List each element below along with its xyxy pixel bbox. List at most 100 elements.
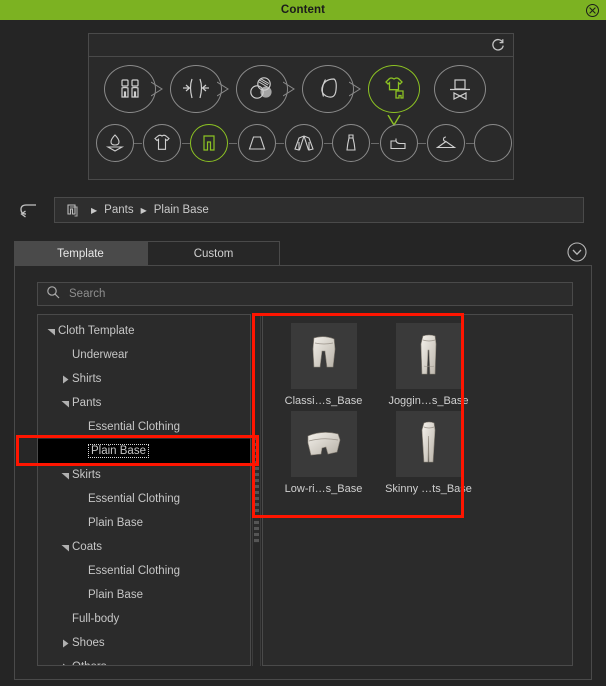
tab-bar: Template Custom [14,240,280,266]
tab-custom[interactable]: Custom [147,241,280,266]
category-item-empty[interactable] [474,117,513,169]
tree-item-label: Others [72,661,107,665]
breadcrumb[interactable]: ▶ Pants ▶ Plain Base [54,197,584,223]
tree-item-label: Shirts [72,373,102,385]
tree-item[interactable]: Plain Base [38,511,250,535]
splitter-grip[interactable] [254,437,259,543]
tree-item[interactable]: Underwear [38,343,250,367]
window-title: Content [280,4,326,16]
asset-thumbnail[interactable]: Joggin…s_Base [378,323,479,407]
search-placeholder: Search [69,288,106,300]
content-split: Cloth Template Underwear Shirts Pants Essent… [37,314,573,666]
category-connector [465,142,474,144]
tree-item[interactable]: Cloth Template [38,319,250,343]
content-panel: Search Cloth Template Underwear Shirts Pant… [14,265,592,680]
asset-thumbnail[interactable]: Classi…s_Base [273,323,374,407]
category-connector [134,142,143,144]
triangle-down-icon[interactable] [58,399,72,408]
category-tree[interactable]: Cloth Template Underwear Shirts Pants Essent… [37,314,251,666]
stage-item-cloth[interactable] [361,61,427,126]
tree-item[interactable]: Shoes [38,631,250,655]
tree-item[interactable]: Essential Clothing [38,559,250,583]
stage-item-accessory[interactable] [427,61,493,117]
triangle-right-icon[interactable] [58,663,72,665]
navigator-toolbar [89,34,513,57]
tree-item-label: Shoes [72,637,105,649]
tree-item-label: Essential Clothing [88,565,181,577]
triangle-down-icon[interactable] [58,543,72,552]
tree-item-label: Plain Base [88,589,143,601]
stage-item-skin[interactable] [229,61,295,117]
refresh-icon[interactable] [490,37,506,53]
category-connector [323,142,332,144]
stage-row [89,61,513,126]
tree-item-label: Essential Clothing [88,421,181,433]
category-connector [371,142,379,144]
low-rise-shorts-thumb [290,411,357,477]
search-input[interactable]: Search [37,282,573,306]
category-connector [181,142,190,144]
stage-link-tail [283,81,295,97]
breadcrumb-item-pants[interactable]: Pants [104,204,133,216]
search-icon [46,285,60,304]
tab-template[interactable]: Template [14,241,147,266]
category-item-coats[interactable] [284,117,324,169]
skinny-pants-thumb [395,411,462,477]
asset-thumbnail-label: Classi…s_Base [284,395,363,407]
asset-thumbnail-label: Low-ri…s_Base [284,483,363,495]
undo-arrow-icon[interactable] [12,197,48,223]
tree-item-label: Full-body [72,613,120,625]
category-row [89,117,513,169]
category-item-others[interactable] [426,117,466,169]
tree-item-label: Plain Base [88,444,149,458]
breadcrumb-item-plain-base[interactable]: Plain Base [154,204,209,216]
breadcrumb-row: ▶ Pants ▶ Plain Base [0,196,606,224]
category-connector [229,142,237,144]
triangle-down-icon[interactable] [58,471,72,480]
tree-item[interactable]: Essential Clothing [38,487,250,511]
classic-shorts-thumb [290,323,357,389]
category-item-shirts[interactable] [142,117,182,169]
category-item-pants[interactable] [190,117,229,169]
tree-item-label: Essential Clothing [88,493,181,505]
category-item-underwear[interactable] [95,117,134,169]
asset-thumbnail[interactable]: Skinny …ts_Base [378,411,479,495]
category-item-shoes[interactable] [379,117,418,169]
tree-item-label: Coats [72,541,103,553]
jogging-pants-thumb [395,323,462,389]
tree-item-label: Underwear [72,349,129,361]
close-icon[interactable] [585,3,600,18]
tree-item-selected[interactable]: Plain Base [38,439,250,463]
window-title-bar: Content [0,0,606,20]
tree-item[interactable]: Shirts [38,367,250,391]
tree-item[interactable]: Essential Clothing [38,415,250,439]
tree-item[interactable]: Skirts [38,463,250,487]
tree-item[interactable]: Plain Base [38,583,250,607]
asset-grid[interactable]: Classi…s_Base Joggin…s_Base Low-ri…s_Base S… [262,314,573,666]
tree-item[interactable]: Pants [38,391,250,415]
category-item-fullbody[interactable] [332,117,371,169]
breadcrumb-separator: ▶ [91,205,98,215]
stage-item-avatar[interactable] [97,61,163,117]
stage-link-tail [217,81,229,97]
asset-thumbnail-label: Skinny …ts_Base [385,483,472,495]
tree-item-label: Cloth Template [58,325,135,337]
stage-navigator-panel [88,33,514,180]
breadcrumb-separator: ▶ [140,205,147,215]
tree-item[interactable]: Full-body [38,607,250,631]
triangle-right-icon[interactable] [58,375,72,384]
tree-item[interactable]: Coats [38,535,250,559]
asset-thumbnail-label: Joggin…s_Base [388,395,469,407]
stage-item-head[interactable] [295,61,361,117]
triangle-down-icon[interactable] [44,327,58,336]
category-connector [418,142,427,144]
triangle-right-icon[interactable] [58,639,72,648]
category-item-skirts[interactable] [237,117,276,169]
chevron-down-circle-icon[interactable] [566,241,588,263]
pane-splitter[interactable] [251,314,262,666]
tree-item[interactable]: Others [38,655,250,665]
pants-small-icon [64,202,80,218]
tree-item-label: Pants [72,397,102,409]
asset-thumbnail[interactable]: Low-ri…s_Base [273,411,374,495]
stage-item-shape[interactable] [163,61,229,117]
